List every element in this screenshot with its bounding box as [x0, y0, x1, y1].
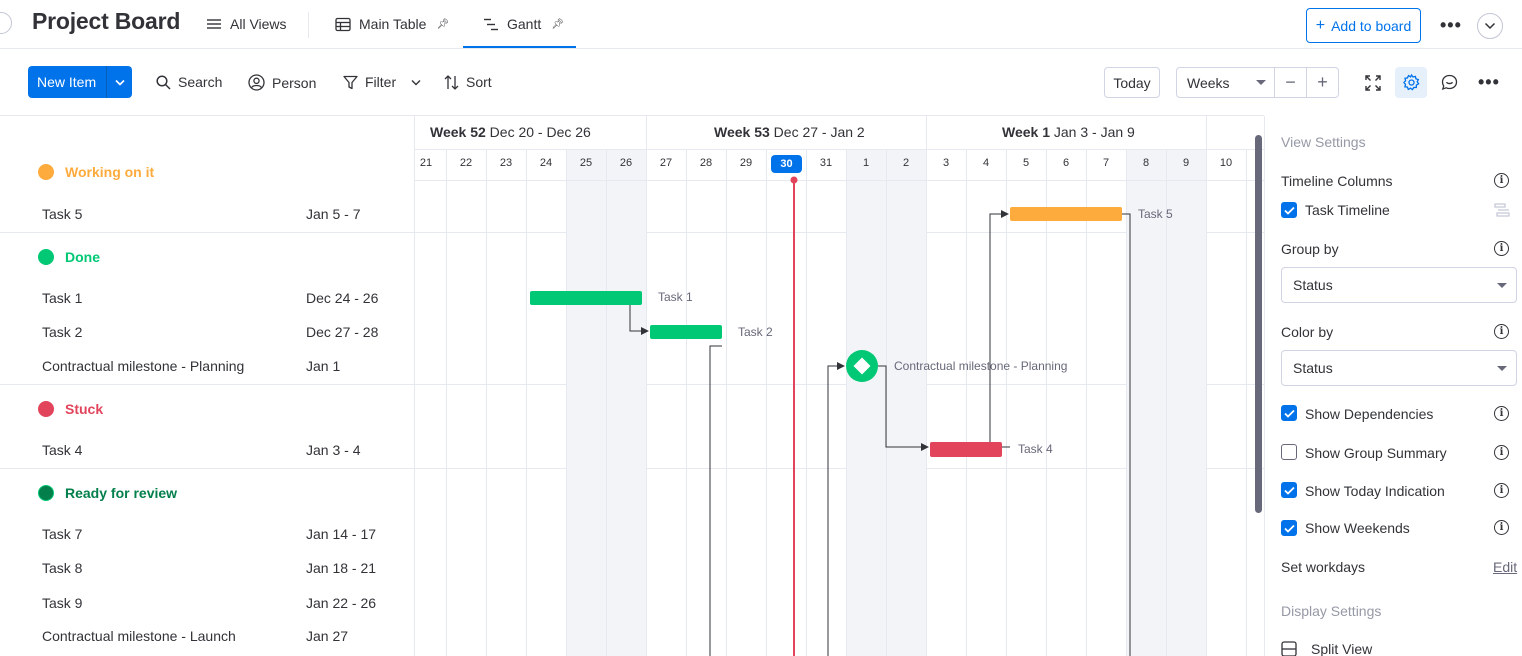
- show-group-summary-checkbox[interactable]: [1281, 444, 1297, 460]
- info-icon[interactable]: i: [1494, 406, 1509, 421]
- bar-label: Task 2: [738, 325, 773, 339]
- add-to-board-button[interactable]: + Add to board: [1306, 8, 1421, 43]
- section-heading: View Settings: [1281, 134, 1366, 150]
- zoom-in-button[interactable]: +: [1307, 67, 1339, 98]
- checkbox-label: Task Timeline: [1305, 202, 1390, 218]
- add-to-board-label: Add to board: [1331, 17, 1412, 34]
- show-weekends-checkbox[interactable]: [1281, 520, 1297, 536]
- vertical-scrollbar[interactable]: [1255, 135, 1262, 513]
- bar-label: Task 4: [1018, 442, 1053, 456]
- drag-handle-icon[interactable]: [1494, 202, 1510, 218]
- gantt-bar-task4[interactable]: [930, 442, 1002, 457]
- show-dependencies-checkbox[interactable]: [1281, 405, 1297, 421]
- select-value: Status: [1293, 360, 1333, 376]
- info-icon[interactable]: i: [1494, 445, 1509, 460]
- settings-button[interactable]: [1395, 67, 1427, 98]
- setting-label: Timeline Columns: [1281, 173, 1393, 189]
- collapse-header-button[interactable]: [1477, 13, 1503, 39]
- checkmark-icon: [1283, 486, 1295, 495]
- setting-label: Color by: [1281, 324, 1334, 340]
- checkmark-icon: [1283, 409, 1295, 418]
- gear-icon: [1402, 74, 1420, 91]
- info-icon[interactable]: i: [1494, 483, 1509, 498]
- zoom-out-button[interactable]: −: [1275, 67, 1307, 98]
- info-icon[interactable]: i: [1494, 520, 1509, 535]
- checkbox-label: Show Today Indication: [1305, 483, 1445, 499]
- today-line-dot: [790, 176, 798, 184]
- bar-label: Task 1: [658, 290, 693, 304]
- gantt-bar-task5[interactable]: [1010, 207, 1122, 221]
- split-view-option[interactable]: Split View: [1311, 641, 1372, 656]
- checkbox-label: Show Group Summary: [1305, 445, 1447, 461]
- gantt-bar-task1[interactable]: [530, 291, 642, 305]
- view-settings-panel: View Settings Timeline Columns i Task Ti…: [1264, 116, 1522, 656]
- color-by-select[interactable]: Status: [1281, 350, 1517, 386]
- chat-bubble-icon: [1441, 74, 1457, 91]
- gantt-bar-task2[interactable]: [650, 325, 722, 339]
- select-value: Status: [1293, 277, 1333, 293]
- checkmark-icon: [1283, 206, 1295, 215]
- chevron-down-icon: [1484, 22, 1496, 30]
- updates-button[interactable]: [1433, 67, 1465, 98]
- bar-label: Contractual milestone - Planning: [894, 359, 1068, 373]
- section-heading: Display Settings: [1281, 603, 1382, 619]
- info-icon[interactable]: i: [1494, 324, 1509, 339]
- plus-icon: +: [1315, 16, 1326, 34]
- dropdown-arrow-icon: [1497, 283, 1507, 288]
- group-by-select[interactable]: Status: [1281, 267, 1517, 303]
- task-timeline-checkbox[interactable]: [1281, 202, 1297, 218]
- setting-label: Group by: [1281, 241, 1339, 257]
- checkbox-label: Show Dependencies: [1305, 406, 1434, 422]
- info-icon[interactable]: i: [1494, 173, 1509, 188]
- split-view-icon: [1281, 641, 1297, 656]
- dropdown-arrow-icon: [1497, 366, 1507, 371]
- gantt-bars: [530, 176, 1131, 656]
- fullscreen-button[interactable]: [1357, 67, 1389, 98]
- edit-workdays-link[interactable]: Edit: [1493, 559, 1517, 575]
- show-today-checkbox[interactable]: [1281, 482, 1297, 498]
- checkbox-label: Show Weekends: [1305, 520, 1410, 536]
- more-options-icon[interactable]: •••: [1440, 16, 1462, 34]
- bar-label: Task 5: [1138, 207, 1173, 221]
- setting-label: Set workdays: [1281, 559, 1366, 575]
- more-options-icon[interactable]: •••: [1478, 73, 1500, 91]
- checkmark-icon: [1283, 524, 1295, 533]
- expand-icon: [1365, 74, 1381, 91]
- milestone-marker[interactable]: [846, 350, 878, 382]
- info-icon[interactable]: i: [1494, 241, 1509, 256]
- dependency-lines: [629, 210, 1131, 656]
